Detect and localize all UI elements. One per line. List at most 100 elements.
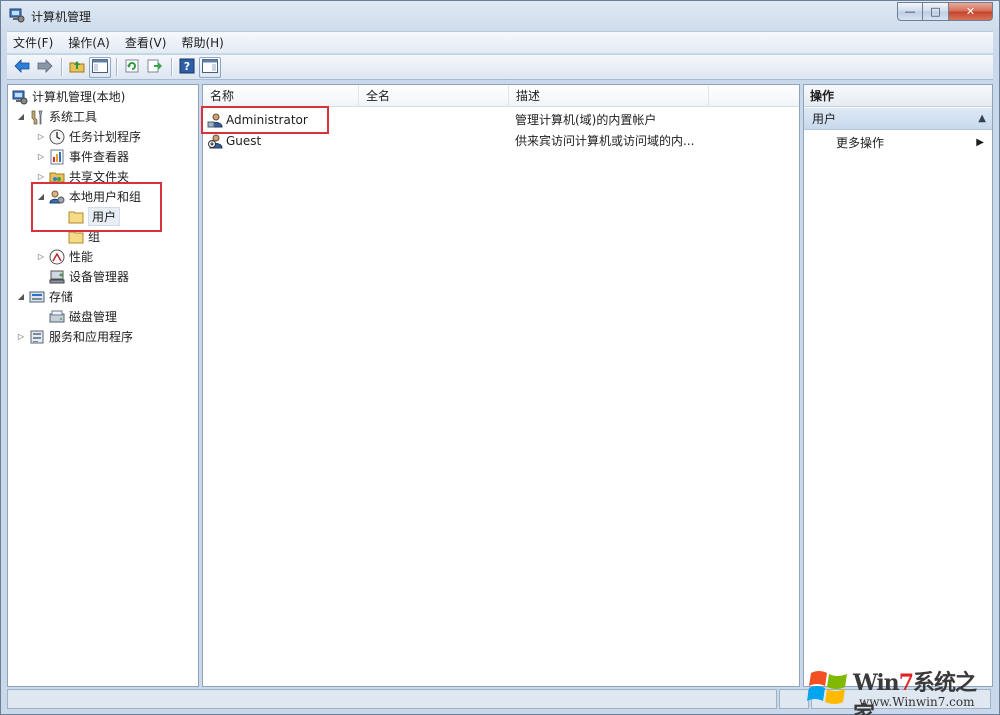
more-actions-item[interactable]: 更多操作 ▶ [804,133,992,153]
action-pane: 操作 用户 ▲ 更多操作 ▶ [803,84,993,687]
tree-item-label: 用户 [88,207,121,226]
tree-item-label: 本地用户和组 [69,190,142,204]
console-tree-icon [92,58,108,76]
shared-folder-icon [49,169,65,185]
svg-text:?: ? [184,60,190,73]
toolbar: ? [7,54,993,80]
tree-item-label: 系统工具 [49,110,98,124]
back-arrow-icon [14,58,30,76]
help-button[interactable]: ? [176,57,198,78]
collapse-up-icon[interactable]: ▲ [978,108,986,130]
submenu-arrow-icon: ▶ [976,137,984,148]
tree-item-root[interactable]: 计算机管理(本地) [12,87,125,106]
collapsed-triangle-icon[interactable]: ▷ [36,252,46,262]
folder-up-icon [69,58,85,77]
list-header: 名称 全名 描述 [203,85,799,107]
tree-item-storage[interactable]: ◢ 存储 [16,287,73,306]
collapsed-triangle-icon[interactable]: ▷ [36,132,46,142]
disabled-user-icon [207,133,223,149]
expanded-triangle-icon[interactable]: ◢ [36,192,46,202]
maximize-button[interactable]: □ [923,2,949,21]
computer-management-icon [9,7,25,23]
menu-file[interactable]: 文件(F) [7,34,59,51]
tree-item-shared-folders[interactable]: ▷ 共享文件夹 [36,167,129,186]
user-list-pane: 名称 全名 描述 Administrator 管理计算机(域)的内置帐户 Gue… [202,84,800,687]
services-icon [29,329,45,345]
tree-item-label: 共享文件夹 [69,170,130,184]
computer-management-icon [12,89,28,105]
show-hide-action-pane-button[interactable] [199,56,221,78]
column-header-name[interactable]: 名称 [203,85,359,107]
list-item-administrator[interactable]: Administrator 管理计算机(域)的内置帐户 [203,110,799,130]
status-segment [7,689,777,709]
tree-item-system-tools[interactable]: ◢ 系统工具 [16,107,97,126]
console-tree: 计算机管理(本地) ◢ 系统工具 ▷ 任务计划程序 ▷ 事件查看器 ▷ 共享文件… [7,84,199,687]
export-icon [147,58,163,77]
tree-item-users[interactable]: 用户 [68,207,121,226]
minimize-icon: — [904,5,916,18]
tools-icon [29,109,45,125]
tree-item-device-manager[interactable]: 设备管理器 [49,267,129,286]
minimize-button[interactable]: — [897,2,923,21]
performance-icon [49,249,65,265]
tree-item-label: 事件查看器 [69,150,130,164]
watermark-url: www.Winwin7.com [859,695,975,709]
window-title: 计算机管理 [31,10,92,24]
tree-item-event-viewer[interactable]: ▷ 事件查看器 [36,147,129,166]
tree-item-services-apps[interactable]: ▷ 服务和应用程序 [16,327,133,346]
forward-arrow-icon [37,58,53,76]
user-description: 管理计算机(域)的内置帐户 [515,113,657,127]
up-level-button[interactable] [66,57,88,78]
action-section-label: 用户 [812,112,837,126]
menu-bar: 文件(F) 操作(A) 查看(V) 帮助(H) [7,31,993,53]
user-name: Administrator [226,113,308,127]
tree-item-label: 磁盘管理 [69,310,118,324]
event-viewer-icon [49,149,65,165]
action-pane-title: 操作 [804,85,992,107]
close-icon: ✕ [965,5,976,18]
tree-item-label: 任务计划程序 [69,130,142,144]
column-header-description[interactable]: 描述 [509,85,709,107]
computer-management-window: 计算机管理 — □ ✕ 文件(F) 操作(A) 查看(V) 帮助(H) ? 计算… [0,0,1000,715]
clock-icon [49,129,65,145]
forward-button[interactable] [34,57,56,78]
collapsed-triangle-icon[interactable]: ▷ [36,172,46,182]
back-button[interactable] [11,57,33,78]
tree-item-disk-management[interactable]: 磁盘管理 [49,307,117,326]
close-button[interactable]: ✕ [949,2,993,21]
menu-action[interactable]: 操作(A) [62,34,116,51]
refresh-icon [124,58,140,77]
action-section-users[interactable]: 用户 ▲ [804,108,992,130]
collapsed-triangle-icon[interactable]: ▷ [36,152,46,162]
caption-buttons: — □ ✕ [897,2,993,21]
tree-item-label: 服务和应用程序 [49,330,134,344]
expanded-triangle-icon[interactable]: ◢ [16,292,26,302]
export-list-button[interactable] [144,57,166,78]
user-full-name [366,110,506,130]
status-segment [779,689,809,709]
menu-help[interactable]: 帮助(H) [175,34,229,51]
windows-logo-icon [807,665,851,712]
show-hide-tree-button[interactable] [89,56,111,78]
list-item-guest[interactable]: Guest 供来宾访问计算机或访问域的内... [203,131,799,151]
tree-item-groups[interactable]: 组 [68,227,100,246]
disk-management-icon [49,309,65,325]
tree-item-task-scheduler[interactable]: ▷ 任务计划程序 [36,127,141,146]
column-header-full-name[interactable]: 全名 [359,85,509,107]
collapsed-triangle-icon[interactable]: ▷ [16,332,26,342]
help-icon: ? [179,58,195,77]
toolbar-separator [61,58,62,76]
menu-view[interactable]: 查看(V) [119,34,173,51]
tree-item-performance[interactable]: ▷ 性能 [36,247,93,266]
expanded-triangle-icon[interactable]: ◢ [16,112,26,122]
more-actions-label: 更多操作 [836,136,885,150]
title-bar[interactable]: 计算机管理 — □ ✕ [1,1,999,31]
user-icon [207,112,223,128]
user-full-name [366,131,506,151]
maximize-icon: □ [930,5,941,18]
user-name: Guest [226,134,262,148]
refresh-button[interactable] [121,57,143,78]
action-pane-icon [202,58,218,76]
toolbar-separator [171,58,172,76]
tree-item-local-users-groups[interactable]: ◢ 本地用户和组 [36,187,141,206]
